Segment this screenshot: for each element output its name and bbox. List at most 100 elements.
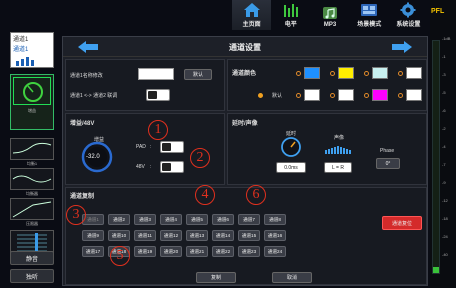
link-label: 通道1 <-> 通道2 联调 [70, 93, 118, 99]
scene-icon [361, 4, 378, 16]
annotation-2: 2 [190, 148, 210, 168]
color-radio-7[interactable] [364, 93, 369, 98]
toggle-knob [162, 143, 171, 151]
channel-copy-button[interactable]: 通道17 [82, 246, 104, 257]
pad-toggle[interactable] [160, 141, 184, 153]
color-radio-8[interactable] [398, 93, 403, 98]
48v-toggle[interactable] [160, 161, 184, 173]
pan-label: 声像 [334, 135, 345, 141]
color-radio-default[interactable] [258, 93, 263, 98]
channel-copy-button[interactable]: 通道23 [238, 246, 260, 257]
channel-copy-button[interactable]: 通道12 [160, 230, 182, 241]
channel-copy-button[interactable]: 通道10 [108, 230, 130, 241]
phase-label: Phase [380, 148, 395, 154]
title-bar: 通道设置 [63, 37, 427, 57]
toggle-knob [162, 163, 171, 171]
eq-curve-icon [12, 175, 52, 183]
gain-thumb[interactable]: 增益 [10, 74, 54, 130]
channel-name-field[interactable] [138, 68, 174, 80]
channel-copy-button[interactable]: 通道16 [264, 230, 286, 241]
pad-label: PAD [136, 144, 146, 150]
gain-knob-icon [23, 82, 43, 102]
color-radio-1[interactable] [296, 71, 301, 76]
nav-home-label: 主页面 [242, 22, 261, 28]
copy-section-title: 通道复制 [70, 194, 95, 200]
default-name-button[interactable]: 默认 [184, 69, 212, 80]
eq-curve-icon [12, 142, 52, 154]
channel-copy-button[interactable]: 通道7 [238, 214, 260, 225]
channel-copy-button[interactable]: 通道3 [134, 214, 156, 225]
channel-copy-button[interactable]: 通道15 [238, 230, 260, 241]
rename-label: 通道1名称修改 [70, 73, 103, 79]
gear-icon [400, 2, 416, 18]
color-swatch-cyan[interactable] [372, 67, 388, 79]
eq-thumb-2-label: 均衡器 [26, 191, 38, 196]
channel-copy-button[interactable]: 通道14 [212, 230, 234, 241]
annotation-4: 4 [195, 185, 215, 205]
channel-strip-sidebar: 通道1 通道1 增益 均衡1 均衡器 压限器 推子 [6, 30, 56, 284]
channel-copy-button[interactable]: 通道13 [186, 230, 208, 241]
channel-copy-button[interactable]: 通道9 [82, 230, 104, 241]
nav-level[interactable]: 电平 [271, 0, 310, 30]
color-radio-4[interactable] [398, 71, 403, 76]
meter-tick-label: -40 [442, 252, 448, 257]
meter-tick-label: -2 [442, 126, 446, 131]
compressor-thumb-label: 压限器 [26, 221, 38, 226]
nav-system[interactable]: 系统设置 [389, 0, 428, 30]
channel-copy-button[interactable]: 通道8 [264, 214, 286, 225]
gain-section-title: 增益/48V [70, 121, 95, 127]
mute-button[interactable]: 静音 [10, 251, 54, 265]
nav-scene[interactable]: 场景模式 [350, 0, 389, 30]
reset-channel-button[interactable]: 通道复位 [382, 216, 422, 230]
copy-button[interactable]: 复制 [196, 272, 236, 283]
meter-tick-label: -24 [442, 234, 448, 239]
channel-copy-button[interactable]: 通道6 [212, 214, 234, 225]
channel-copy-button[interactable]: 通道24 [264, 246, 286, 257]
phase-button[interactable]: 0° [376, 158, 400, 169]
channel-copy-button[interactable]: 通道20 [160, 246, 182, 257]
color-swatch-magenta[interactable] [372, 89, 388, 101]
channel-copy-button[interactable]: 通道19 [134, 246, 156, 257]
top-navigation: 主页面 电平 MP3 场景模式 系统设置 [232, 0, 428, 30]
pan-value-field[interactable]: L = R [324, 162, 352, 173]
meter-tick-label: -9 [442, 180, 446, 185]
meter-tick-label: -7 [442, 162, 446, 167]
color-radio-6[interactable] [330, 93, 335, 98]
toggle-knob [148, 91, 157, 99]
delay-knob[interactable] [280, 136, 302, 158]
color-swatch-white-3[interactable] [338, 89, 354, 101]
eq-thumb-1[interactable] [10, 138, 54, 160]
color-swatch-blue[interactable] [304, 67, 320, 79]
channel-color-section: 通道颜色 默认 [227, 59, 427, 111]
channel-copy-button[interactable]: 通道5 [186, 214, 208, 225]
color-radio-2[interactable] [330, 71, 335, 76]
48v-label: 48V [136, 164, 145, 170]
nav-home[interactable]: 主页面 [232, 0, 272, 30]
channel-name-thumb[interactable]: 通道1 通道1 [10, 32, 54, 68]
channel-copy-button[interactable]: 通道21 [186, 246, 208, 257]
channel-copy-button[interactable]: 通道4 [160, 214, 182, 225]
eq-thumb-2[interactable] [10, 168, 54, 190]
meter-tick-label: -12 [442, 198, 448, 203]
compressor-thumb[interactable] [10, 198, 54, 220]
pan-meter-icon [325, 146, 351, 154]
cancel-button[interactable]: 取消 [272, 272, 312, 283]
link-toggle[interactable] [146, 89, 170, 101]
channel-copy-button[interactable]: 通道22 [212, 246, 234, 257]
nav-mp3[interactable]: MP3 [310, 0, 349, 30]
meter-tick-label: -18 [442, 216, 448, 221]
color-swatch-white-2[interactable] [304, 89, 320, 101]
channel-copy-button[interactable]: 通道2 [108, 214, 130, 225]
color-swatch-white-4[interactable] [406, 89, 422, 101]
delay-value-field[interactable]: 0.0ms [276, 162, 306, 173]
channel-copy-button[interactable]: 通道11 [134, 230, 156, 241]
color-radio-3[interactable] [364, 71, 369, 76]
color-swatch-yellow[interactable] [338, 67, 354, 79]
color-radio-5[interactable] [296, 93, 301, 98]
gain-thumb-label: 增益 [28, 108, 36, 113]
level-meter-icon [16, 57, 34, 66]
color-swatch-white[interactable] [406, 67, 422, 79]
nav-system-label: 系统设置 [396, 22, 421, 28]
solo-button[interactable]: 独听 [10, 269, 54, 283]
arrow-right-icon[interactable] [391, 40, 413, 54]
